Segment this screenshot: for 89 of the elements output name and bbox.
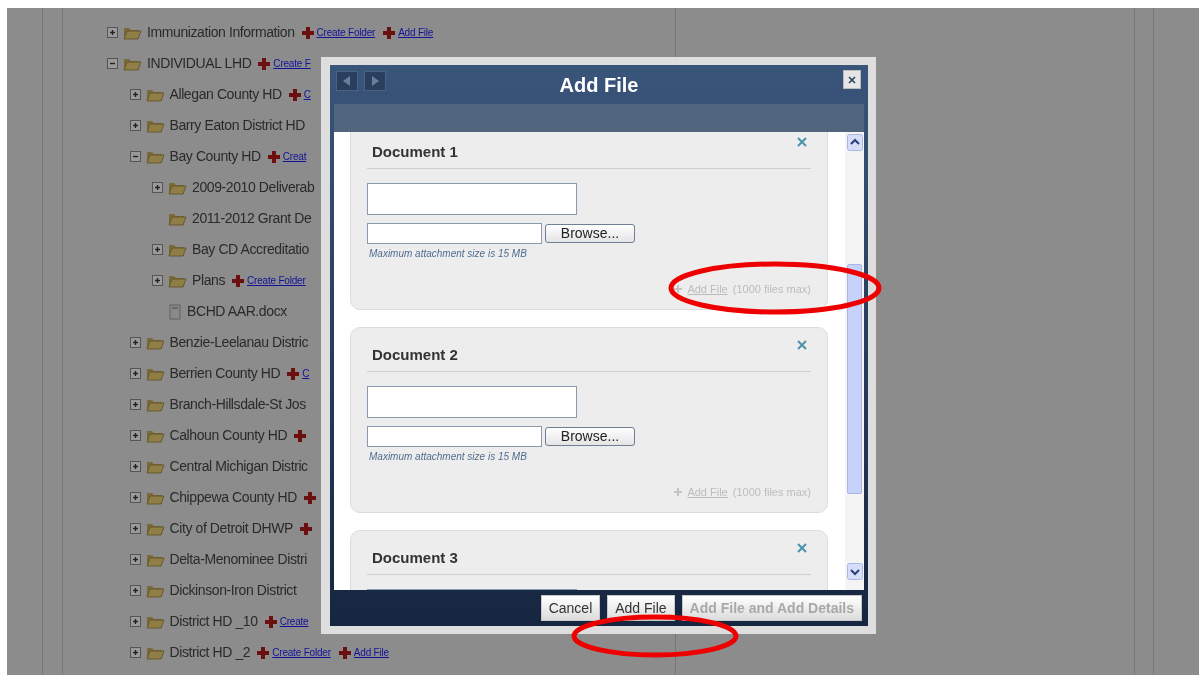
- scroll-down-icon[interactable]: [846, 563, 863, 580]
- left-arrow-icon: [343, 76, 351, 86]
- plus-icon: [383, 26, 396, 39]
- collapse-toggle-icon[interactable]: [107, 58, 118, 69]
- plus-icon: [287, 367, 300, 380]
- remove-icon[interactable]: [797, 137, 807, 147]
- tree-item-label[interactable]: 2009-2010 Deliverab: [192, 177, 315, 198]
- dialog-title: Add File: [559, 72, 639, 98]
- expand-toggle-icon[interactable]: [129, 523, 141, 534]
- tree-action-link[interactable]: Add File: [398, 25, 434, 40]
- document-title: Document 1: [371, 142, 458, 162]
- tree-action-link[interactable]: Create: [279, 614, 309, 629]
- file-path-field[interactable]: [367, 222, 542, 244]
- expand-toggle-icon[interactable]: [129, 430, 141, 441]
- expand-toggle-icon[interactable]: [152, 275, 163, 286]
- next-button[interactable]: [364, 71, 386, 91]
- remove-icon[interactable]: [797, 543, 807, 553]
- tree-item-label[interactable]: District HD _10: [169, 611, 258, 632]
- tree-action-link[interactable]: Create F: [273, 56, 311, 71]
- plus-icon: [338, 646, 351, 659]
- expand-toggle-icon[interactable]: [152, 244, 163, 255]
- plus-icon: [257, 646, 270, 659]
- tree-action-link[interactable]: Create Folder: [272, 645, 331, 660]
- expand-toggle-icon[interactable]: [129, 461, 141, 472]
- scrollbar-thumb[interactable]: [847, 264, 862, 494]
- tree-item-label[interactable]: Dickinson-Iron District: [169, 580, 297, 601]
- document-title: Document 3: [371, 548, 458, 568]
- tree-item-label[interactable]: Benzie-Leelanau Distric: [169, 332, 309, 353]
- expand-toggle-icon[interactable]: [129, 399, 141, 410]
- tree-item-label[interactable]: Central Michigan Distric: [169, 456, 308, 477]
- tree-item-label[interactable]: Bay CD Accreditatio: [192, 239, 309, 260]
- scrollbar[interactable]: [845, 132, 864, 590]
- tree-item-label[interactable]: Chippewa County HD: [169, 487, 297, 508]
- tree-action-link[interactable]: Creat: [282, 149, 307, 164]
- expand-toggle-icon[interactable]: [129, 616, 141, 627]
- scroll-up-icon[interactable]: [846, 134, 863, 151]
- plus-icon: [674, 487, 683, 496]
- document-icon: [168, 303, 182, 320]
- right-arrow-icon: [371, 76, 379, 86]
- title-input-field[interactable]: [367, 385, 577, 418]
- expand-toggle-icon[interactable]: [129, 554, 141, 565]
- tree-item-label[interactable]: Delta-Menominee Distri: [169, 549, 307, 570]
- tree-action-link[interactable]: Create Folder: [247, 273, 306, 288]
- plus-icon: [674, 284, 683, 293]
- expand-toggle-icon[interactable]: [152, 182, 163, 193]
- collapse-toggle-icon[interactable]: [129, 151, 141, 162]
- previous-button[interactable]: [336, 71, 358, 91]
- expand-toggle-icon[interactable]: [129, 647, 141, 658]
- tree-item-label[interactable]: 2011-2012 Grant De: [192, 208, 312, 229]
- expand-toggle-icon[interactable]: [129, 120, 141, 131]
- tree-item-label[interactable]: INDIVIDUAL LHD: [147, 53, 252, 74]
- browse-button[interactable]: Browse...: [545, 426, 635, 446]
- close-button[interactable]: [843, 70, 861, 89]
- plus-icon: [232, 274, 245, 287]
- tree-item-label[interactable]: Immunization Information: [147, 22, 295, 43]
- expand-toggle-icon[interactable]: [129, 89, 141, 100]
- tree-action-link[interactable]: C: [302, 366, 310, 381]
- document-title: Document 2: [371, 345, 458, 365]
- close-icon: [848, 75, 856, 84]
- tree-item-label[interactable]: Bay County HD: [169, 146, 261, 167]
- tree-item-label[interactable]: Allegan County HD: [169, 84, 282, 105]
- dialog-button[interactable]: Cancel: [540, 595, 601, 621]
- plus-icon: [264, 615, 277, 628]
- expand-toggle-icon[interactable]: [107, 27, 118, 38]
- expand-toggle-icon[interactable]: [129, 337, 141, 348]
- remove-icon[interactable]: [797, 340, 807, 350]
- tree-action-link[interactable]: Create Folder: [316, 25, 376, 40]
- tree-item-label[interactable]: Berrien County HD: [169, 363, 281, 384]
- tree-action-link[interactable]: C: [303, 87, 311, 102]
- plus-icon: [267, 150, 280, 163]
- expand-toggle-icon[interactable]: [129, 368, 141, 379]
- tree-item-label[interactable]: City of Detroit DHWP: [169, 518, 293, 539]
- plus-icon: [288, 88, 301, 101]
- expand-toggle-icon[interactable]: [129, 492, 141, 503]
- tree-item-label[interactable]: District HD _2: [169, 642, 251, 663]
- title-input-field[interactable]: [367, 182, 577, 215]
- file-path-field[interactable]: [367, 425, 542, 447]
- tree-item-label[interactable]: Plans: [192, 270, 226, 291]
- expand-toggle-icon[interactable]: [129, 585, 141, 596]
- browse-button[interactable]: Browse...: [545, 223, 635, 243]
- tree-item-label[interactable]: Calhoun County HD: [169, 425, 288, 446]
- tree-action-link[interactable]: Add File: [353, 645, 389, 660]
- plus-icon: [258, 57, 271, 70]
- tree-item-label[interactable]: Barry Eaton District HD: [169, 115, 305, 136]
- plus-icon: [301, 26, 314, 39]
- tree-item-label[interactable]: Branch-Hillsdale-St Jos: [169, 394, 306, 415]
- tree-item-label[interactable]: BCHD AAR.docx: [187, 301, 287, 322]
- size-hint-text: Maximum attachment size is 15 MB: [369, 246, 528, 261]
- size-hint-text: Maximum attachment size is 15 MB: [369, 449, 528, 464]
